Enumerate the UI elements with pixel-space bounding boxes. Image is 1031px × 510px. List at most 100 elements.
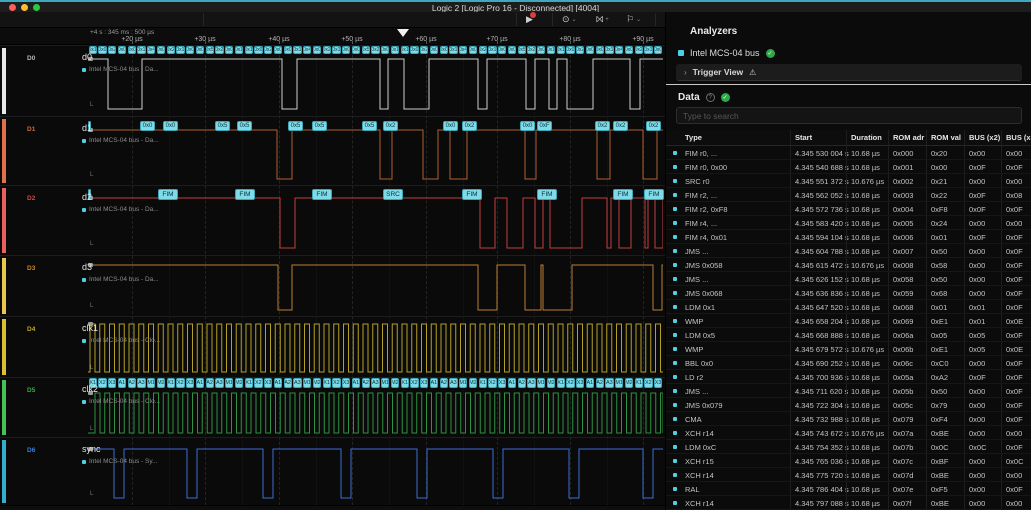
decode-bubble[interactable]: 0x0 bbox=[98, 46, 106, 54]
channel-row-d2[interactable]: D2d2Intel MCS-04 bus - Da...LFIMFIMFIMSR… bbox=[0, 185, 665, 255]
decode-bubble[interactable]: 0x5 bbox=[518, 46, 526, 54]
table-row[interactable]: XCH r144.345 775 720 s10.68 µs0x07d0xBE0… bbox=[666, 468, 1031, 482]
table-row[interactable]: XCH r144.345 743 672 s10.676 µs0x07a0xBE… bbox=[666, 426, 1031, 440]
decode-bubble[interactable]: 0x0 bbox=[625, 46, 633, 54]
decode-bubble[interactable]: 0x5 bbox=[288, 121, 303, 131]
panel-divider[interactable] bbox=[666, 84, 1031, 85]
decode-bubble[interactable]: M2 bbox=[313, 378, 321, 388]
decode-bubble[interactable]: A2 bbox=[206, 378, 214, 388]
waveform-plot-d3[interactable]: L bbox=[88, 256, 663, 316]
decode-bubble[interactable]: 0x0 bbox=[430, 46, 438, 54]
table-row[interactable]: LDM 0x54.345 668 888 s10.68 µs0x06a0x050… bbox=[666, 328, 1031, 342]
decode-bubble[interactable]: A2 bbox=[284, 378, 292, 388]
decode-bubble[interactable]: 0x0 bbox=[140, 121, 155, 131]
decode-bubble[interactable]: 0x1 bbox=[644, 46, 652, 54]
trace-start-handle[interactable] bbox=[88, 263, 93, 267]
table-row[interactable]: LDM 0x14.345 647 520 s10.68 µs0x0680x010… bbox=[666, 300, 1031, 314]
decode-bubble[interactable]: A1 bbox=[586, 378, 594, 388]
decode-bubble[interactable]: 0x0 bbox=[163, 121, 178, 131]
decode-bubble[interactable]: 0x2 bbox=[462, 121, 477, 131]
decode-bubble[interactable]: FIM bbox=[613, 189, 633, 200]
decode-bubble[interactable]: SRC bbox=[383, 189, 403, 200]
decode-bubble[interactable]: 0x2 bbox=[420, 46, 428, 54]
decode-bubble[interactable]: 0x5 bbox=[206, 46, 214, 54]
waveform-plot-sync[interactable]: L bbox=[88, 438, 663, 505]
capture-settings-button[interactable]: ⊙ ⌄ bbox=[562, 12, 577, 27]
decode-bubble[interactable]: 0x5 bbox=[362, 121, 377, 131]
decode-bubble[interactable]: X3 bbox=[108, 378, 116, 388]
decode-bubble[interactable]: FIM bbox=[462, 189, 482, 200]
table-row[interactable]: WMP4.345 658 204 s10.68 µs0x0690xE10x010… bbox=[666, 314, 1031, 328]
waveform-area[interactable]: +4 s : 345 ms : 500 µs +20 µs+30 µs+40 µ… bbox=[0, 28, 665, 510]
channel-row-d0[interactable]: D0d0Intel MCS-04 bus - Da...L0x10x00x20x… bbox=[0, 45, 665, 116]
decode-bubble[interactable]: 0x0 bbox=[654, 46, 662, 54]
column-header[interactable]: Start bbox=[795, 133, 812, 142]
table-row[interactable]: LDM 0xC4.345 754 352 s10.68 µs0x07b0x0C0… bbox=[666, 440, 1031, 454]
decode-bubble[interactable]: 0x4 bbox=[147, 46, 155, 54]
decode-bubble[interactable]: 0x2 bbox=[576, 46, 584, 54]
decode-bubble[interactable]: M1 bbox=[303, 378, 311, 388]
decode-bubble[interactable]: 0xF bbox=[537, 121, 552, 131]
decode-bubble[interactable]: 0x0 bbox=[313, 46, 321, 54]
table-row[interactable]: JMS 0x0584.345 615 472 s10.676 µs0x0080x… bbox=[666, 258, 1031, 272]
table-header[interactable]: TypeStartDurationROM adrROM valBUS (x2)B… bbox=[666, 130, 1031, 146]
decode-bubble[interactable]: 0x0 bbox=[225, 46, 233, 54]
decode-bubble[interactable]: 0x2 bbox=[215, 46, 223, 54]
decode-bubble[interactable]: M2 bbox=[547, 378, 555, 388]
decode-bubble[interactable]: X1 bbox=[479, 378, 487, 388]
decode-bubble[interactable]: 0x0 bbox=[440, 46, 448, 54]
decode-bubble[interactable]: 0x0 bbox=[186, 46, 194, 54]
decode-bubble[interactable]: 0x2 bbox=[646, 121, 661, 131]
decode-bubble[interactable]: 0x0 bbox=[381, 46, 389, 54]
decode-bubble[interactable]: X1 bbox=[323, 378, 331, 388]
decode-bubble[interactable]: FIM bbox=[235, 189, 255, 200]
record-button[interactable]: ▶ bbox=[526, 12, 533, 27]
column-header[interactable]: BUS (x2) bbox=[969, 133, 1000, 142]
table-row[interactable]: JMS ...4.345 711 620 s10.68 µs0x05b0x500… bbox=[666, 384, 1031, 398]
decode-bubble[interactable]: 0x0 bbox=[128, 46, 136, 54]
decode-bubble[interactable]: 0x1 bbox=[391, 46, 399, 54]
decode-bubble[interactable]: X2 bbox=[488, 378, 496, 388]
decode-bubble[interactable]: 0x0 bbox=[596, 46, 604, 54]
decode-bubble[interactable]: M1 bbox=[381, 378, 389, 388]
column-header[interactable]: ROM val bbox=[931, 133, 961, 142]
table-row[interactable]: FIM r4, 0x014.345 594 104 s10.68 µs0x006… bbox=[666, 230, 1031, 244]
decode-bubble[interactable]: A3 bbox=[293, 378, 301, 388]
decode-bubble[interactable]: 0x2 bbox=[108, 46, 116, 54]
annotation-button[interactable]: ⚐ ⌄ bbox=[626, 12, 641, 27]
decode-bubble[interactable]: X1 bbox=[557, 378, 565, 388]
waveform-plot-d2[interactable]: LFIMFIMFIMSRCFIMFIMFIMFIM bbox=[88, 186, 663, 255]
decode-bubble[interactable]: 0x0 bbox=[118, 46, 126, 54]
decode-bubble[interactable]: 0x0 bbox=[254, 46, 262, 54]
decode-bubble[interactable]: X2 bbox=[98, 378, 106, 388]
decode-bubble[interactable]: 0x1 bbox=[332, 46, 340, 54]
decode-bubble[interactable]: A2 bbox=[518, 378, 526, 388]
decode-bubble[interactable]: 0x1 bbox=[293, 46, 301, 54]
decode-bubble[interactable]: 0x2 bbox=[613, 121, 628, 131]
decode-bubble[interactable]: A2 bbox=[596, 378, 604, 388]
decode-bubble[interactable]: FIM bbox=[158, 189, 178, 200]
decode-bubble[interactable]: 0x1 bbox=[89, 46, 97, 54]
decode-bubble[interactable]: 0x0 bbox=[443, 121, 458, 131]
decode-bubble[interactable]: A3 bbox=[137, 378, 145, 388]
decode-bubble[interactable]: 0x2 bbox=[595, 121, 610, 131]
decode-bubble[interactable]: 0x4 bbox=[303, 46, 311, 54]
decode-bubble[interactable]: M1 bbox=[459, 378, 467, 388]
decode-bubble[interactable]: 0x1 bbox=[557, 46, 565, 54]
decode-bubble[interactable]: X1 bbox=[401, 378, 409, 388]
decode-bubble[interactable]: M2 bbox=[157, 378, 165, 388]
decode-bubble[interactable]: 0x0 bbox=[410, 46, 418, 54]
decode-bubble[interactable]: A1 bbox=[196, 378, 204, 388]
decode-bubble[interactable]: 0x1 bbox=[235, 46, 243, 54]
timeline-position-marker[interactable] bbox=[397, 29, 409, 37]
decode-bubble[interactable]: X2 bbox=[566, 378, 574, 388]
decode-bubble[interactable]: 0x5 bbox=[362, 46, 370, 54]
decode-bubble[interactable]: A3 bbox=[605, 378, 613, 388]
decode-bubble[interactable]: 0x0 bbox=[537, 46, 545, 54]
trigger-view-toggle[interactable]: › Trigger View ⚠ bbox=[676, 64, 1022, 81]
decode-bubble[interactable]: 0x2 bbox=[323, 46, 331, 54]
decode-bubble[interactable]: X3 bbox=[576, 378, 584, 388]
decode-bubble[interactable]: 0x2 bbox=[527, 46, 535, 54]
decode-bubble[interactable]: 0x1 bbox=[547, 46, 555, 54]
analyzer-item[interactable]: Intel MCS-04 bus ✓ bbox=[678, 48, 775, 58]
